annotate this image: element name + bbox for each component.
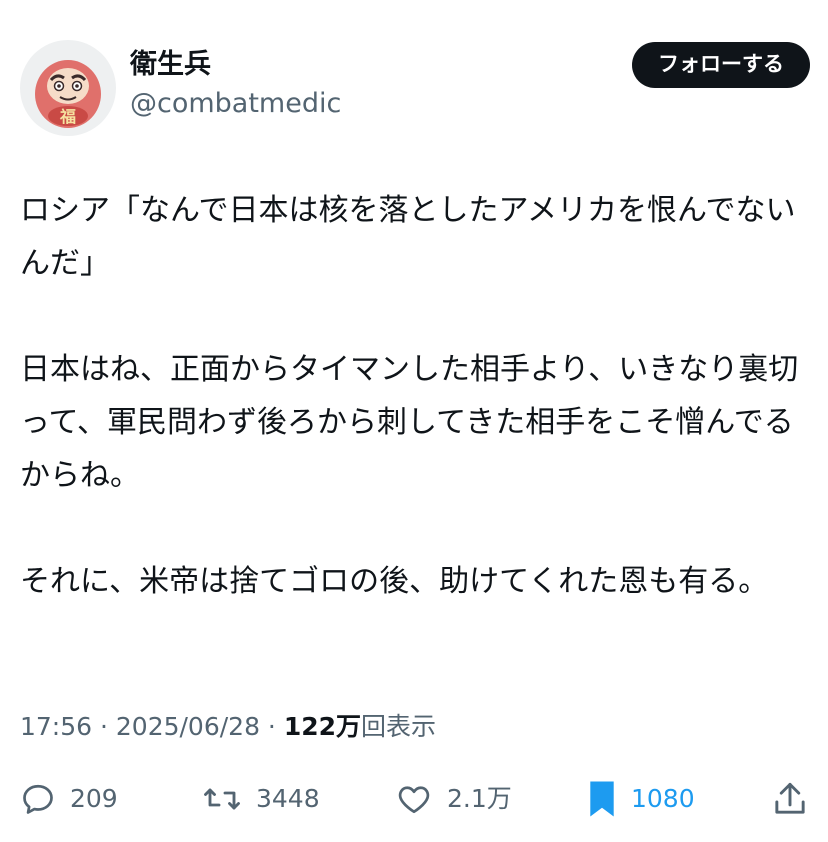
reply-icon [23, 784, 53, 814]
tweet-paragraph: ロシア「なんで日本は核を落としたアメリカを恨んでないんだ」 [20, 193, 796, 281]
action-bar: 209 3448 2.1万 1080 [20, 777, 810, 821]
reply-button[interactable]: 209 [20, 777, 118, 821]
daruma-avatar-icon: 福 [35, 60, 101, 128]
bookmark-icon [590, 781, 614, 817]
repost-button[interactable]: 3448 [202, 777, 320, 821]
display-name[interactable]: 衛生兵 [130, 46, 341, 84]
user-handle[interactable]: @combatmedic [130, 84, 341, 124]
bookmark-count: 1080 [631, 784, 695, 813]
follow-button[interactable]: フォローする [632, 42, 810, 88]
like-button[interactable]: 2.1万 [395, 777, 512, 821]
views-count: 122万 [283, 712, 362, 741]
tweet-header: 福 衛生兵 @combatmedic フォローする [20, 40, 810, 136]
meta-separator: · [259, 712, 284, 741]
avatar[interactable]: 福 [20, 40, 116, 136]
tweet-meta: 17:56 · 2025/06/28 · 122万回表示 [20, 709, 436, 745]
tweet-time[interactable]: 17:56 [20, 712, 92, 741]
repost-count: 3448 [256, 784, 320, 813]
tweet-date[interactable]: 2025/06/28 [116, 712, 260, 741]
bookmark-button[interactable]: 1080 [587, 777, 695, 821]
tweet-paragraph: 日本はね、正面からタイマンした相手より、いきなり裏切って、軍民問わず後ろから刺し… [20, 352, 799, 493]
meta-separator: · [92, 712, 116, 741]
like-count: 2.1万 [447, 784, 512, 813]
tweet-text: ロシア「なんで日本は核を落としたアメリカを恨んでないんだ」 日本はね、正面からタ… [20, 184, 810, 608]
reply-count: 209 [70, 784, 118, 813]
repost-icon [204, 788, 240, 810]
views-label: 回表示 [361, 712, 437, 741]
svg-text:福: 福 [59, 107, 76, 126]
tweet-paragraph: それに、米帝は捨てゴロの後、助けてくれた恩も有る。 [20, 564, 769, 599]
heart-icon [398, 786, 430, 814]
user-names: 衛生兵 @combatmedic [130, 46, 341, 124]
share-button[interactable] [772, 777, 808, 821]
share-icon [775, 782, 805, 814]
